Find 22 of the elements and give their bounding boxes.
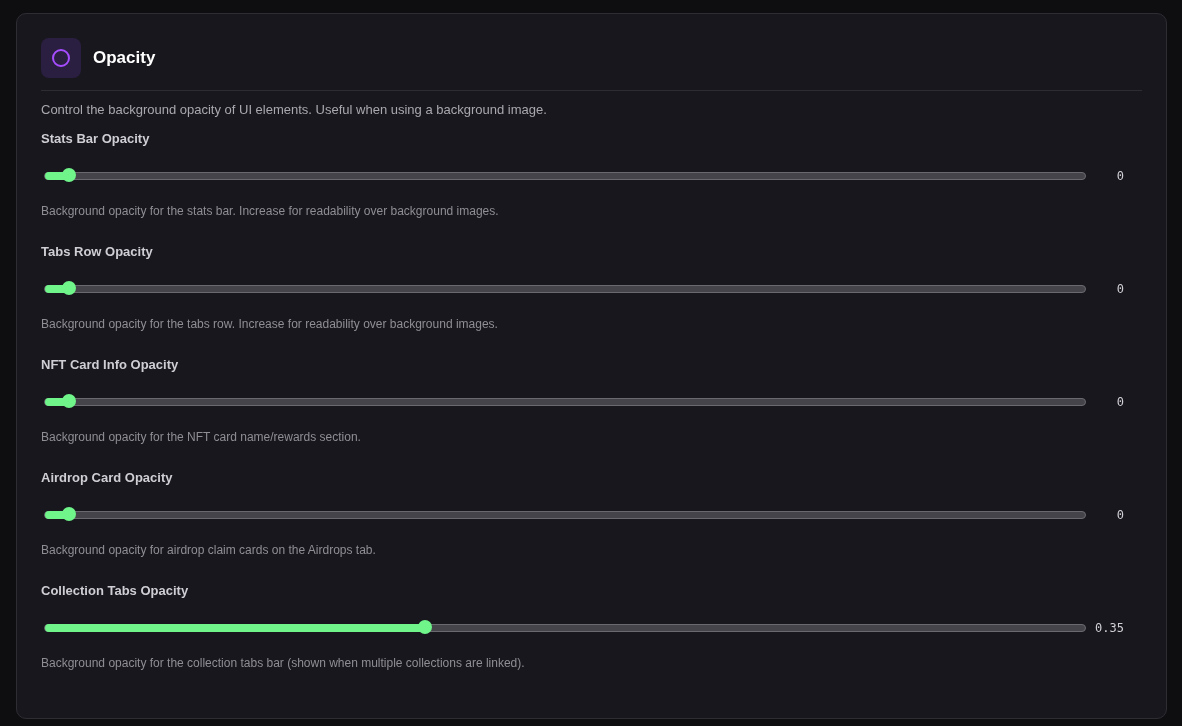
slider-value: 0: [1115, 282, 1125, 296]
slider-help-text: Background opacity for the stats bar. Increase for readability over background images.: [41, 204, 500, 218]
slider-thumb[interactable]: [62, 281, 76, 295]
section-description: Control the background opacity of UI elements. Useful when using a background image.: [41, 102, 548, 117]
slider-value: 0: [1115, 169, 1125, 183]
slider-help-text: Background opacity for the tabs row. Increase for readability over background images.: [41, 317, 499, 331]
slider-help-text: Background opacity for the NFT card name/rewards section.: [41, 430, 362, 444]
slider-value: 0: [1115, 508, 1125, 522]
slider-value: 0.35: [1094, 621, 1125, 635]
slider-thumb[interactable]: [62, 394, 76, 408]
slider-label: NFT Card Info Opacity: [41, 357, 180, 372]
slider-help-text: Background opacity for the collection tabs bar (shown when multiple collections are linked).: [41, 656, 526, 670]
slider-thumb[interactable]: [62, 168, 76, 182]
section-title: Opacity: [93, 48, 156, 68]
slider-label: Collection Tabs Opacity: [41, 583, 190, 598]
slider-label: Airdrop Card Opacity: [41, 470, 174, 485]
slider-thumb[interactable]: [62, 507, 76, 521]
slider-help-text: Background opacity for airdrop claim cards on the Airdrops tab.: [41, 543, 377, 557]
slider-value: 0: [1115, 395, 1125, 409]
slider-label: Stats Bar Opacity: [41, 131, 151, 146]
slider-thumb[interactable]: [417, 620, 432, 634]
slider-label: Tabs Row Opacity: [41, 244, 154, 259]
